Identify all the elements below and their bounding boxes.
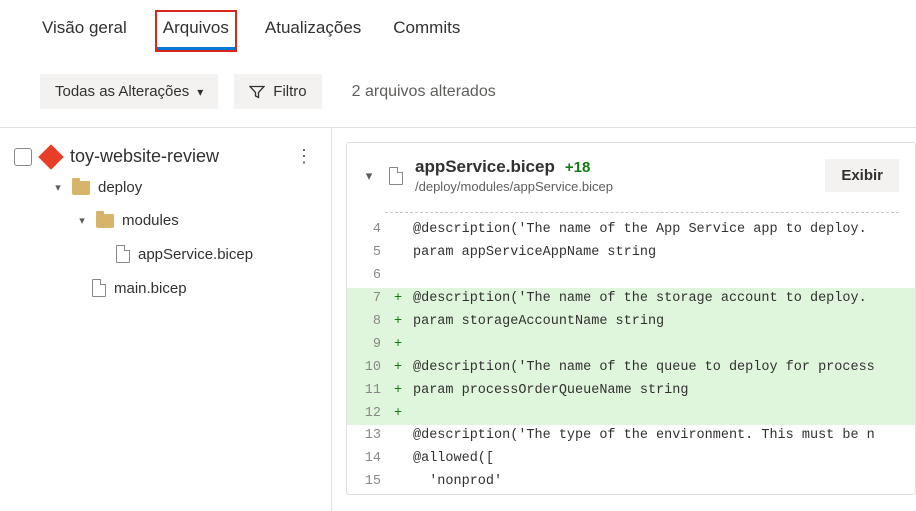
select-all-checkbox[interactable] xyxy=(14,148,32,166)
tree-folder-deploy[interactable]: ▾ deploy xyxy=(10,171,325,204)
line-number: 10 xyxy=(347,357,391,380)
tab-files[interactable]: Arquivos xyxy=(157,12,235,50)
diff-line[interactable]: 13 @description('The type of the environm… xyxy=(347,425,915,448)
file-icon xyxy=(389,167,403,185)
diff-lines: 4 @description('The name of the App Servi… xyxy=(347,219,915,494)
diff-line[interactable]: 12 xyxy=(347,403,915,426)
chevron-down-icon: ▾ xyxy=(76,214,88,227)
filter-button[interactable]: Filtro xyxy=(234,74,321,109)
tree-label: appService.bicep xyxy=(138,246,253,263)
repo-name[interactable]: toy-website-review xyxy=(70,146,219,167)
tree-label: deploy xyxy=(98,179,142,196)
changes-dropdown[interactable]: Todas as Alterações ▾ xyxy=(40,74,218,109)
diff-line[interactable]: 10 @description('The name of the queue to… xyxy=(347,357,915,380)
line-number: 12 xyxy=(347,403,391,426)
diff-line[interactable]: 11 param processOrderQueueName string xyxy=(347,380,915,403)
tab-commits[interactable]: Commits xyxy=(391,12,462,50)
toolbar: Todas as Alterações ▾ Filtro 2 arquivos … xyxy=(0,52,916,128)
diff-pane: ▾ appService.bicep +18 /deploy/modules/a… xyxy=(332,128,916,511)
filter-label: Filtro xyxy=(273,83,306,100)
code-text: param processOrderQueueName string xyxy=(405,380,915,403)
tab-updates[interactable]: Atualizações xyxy=(263,12,363,50)
filter-icon xyxy=(249,84,265,100)
code-text: param appServiceAppName string xyxy=(405,242,915,265)
file-icon xyxy=(116,245,130,263)
tree-label: modules xyxy=(122,212,179,229)
diff-gutter xyxy=(391,334,405,357)
line-number: 4 xyxy=(347,219,391,242)
line-number: 7 xyxy=(347,288,391,311)
diff-line[interactable]: 15 'nonprod' xyxy=(347,471,915,494)
tree-file-main[interactable]: main.bicep xyxy=(10,271,325,305)
line-number: 15 xyxy=(347,471,391,494)
diff-gutter xyxy=(391,311,405,334)
line-number: 11 xyxy=(347,380,391,403)
diff-line[interactable]: 7 @description('The name of the storage a… xyxy=(347,288,915,311)
changes-dropdown-label: Todas as Alterações xyxy=(55,83,189,100)
line-number: 14 xyxy=(347,448,391,471)
view-button[interactable]: Exibir xyxy=(825,159,899,192)
diff-filepath: /deploy/modules/appService.bicep xyxy=(415,179,613,194)
diff-line[interactable]: 4 @description('The name of the App Servi… xyxy=(347,219,915,242)
diff-separator xyxy=(385,212,899,213)
code-text: @description('The name of the queue to d… xyxy=(405,357,915,380)
file-tree-pane: toy-website-review ⋮ ▾ deploy ▾ modules … xyxy=(0,128,332,511)
diff-added-count: +18 xyxy=(565,159,590,176)
diff-line[interactable]: 5 param appServiceAppName string xyxy=(347,242,915,265)
code-text: @description('The name of the storage ac… xyxy=(405,288,915,311)
diff-gutter xyxy=(391,288,405,311)
more-actions-icon[interactable]: ⋮ xyxy=(289,146,321,167)
code-text: @allowed([ xyxy=(405,448,915,471)
code-text: param storageAccountName string xyxy=(405,311,915,334)
line-number: 9 xyxy=(347,334,391,357)
diff-gutter xyxy=(391,403,405,426)
tree-folder-modules[interactable]: ▾ modules xyxy=(10,204,325,237)
chevron-down-icon: ▾ xyxy=(52,181,64,194)
code-text: @description('The name of the App Servic… xyxy=(405,219,915,242)
tree-label: main.bicep xyxy=(114,280,187,297)
diff-gutter xyxy=(391,380,405,403)
folder-icon xyxy=(96,214,114,228)
repo-icon xyxy=(38,144,63,169)
diff-line[interactable]: 9 xyxy=(347,334,915,357)
code-text: @description('The type of the environmen… xyxy=(405,425,915,448)
tree-root-row: toy-website-review ⋮ xyxy=(10,142,325,171)
diff-gutter xyxy=(391,357,405,380)
line-number: 13 xyxy=(347,425,391,448)
tab-overview[interactable]: Visão geral xyxy=(40,12,129,50)
line-number: 5 xyxy=(347,242,391,265)
diff-header: ▾ appService.bicep +18 /deploy/modules/a… xyxy=(347,143,915,208)
tabs-bar: Visão geral Arquivos Atualizações Commit… xyxy=(0,0,916,52)
line-number: 8 xyxy=(347,311,391,334)
code-text: 'nonprod' xyxy=(405,471,915,494)
diff-line[interactable]: 14 @allowed([ xyxy=(347,448,915,471)
diff-filename: appService.bicep xyxy=(415,157,555,177)
diff-line[interactable]: 8 param storageAccountName string xyxy=(347,311,915,334)
changes-summary: 2 arquivos alterados xyxy=(352,83,496,101)
diff-line[interactable]: 6 xyxy=(347,265,915,288)
diff-card: ▾ appService.bicep +18 /deploy/modules/a… xyxy=(346,142,916,495)
file-icon xyxy=(92,279,106,297)
collapse-toggle[interactable]: ▾ xyxy=(361,168,377,184)
line-number: 6 xyxy=(347,265,391,288)
tree-file-appservice[interactable]: appService.bicep xyxy=(10,237,325,271)
content-split: toy-website-review ⋮ ▾ deploy ▾ modules … xyxy=(0,128,916,511)
chevron-down-icon: ▾ xyxy=(197,85,203,99)
folder-icon xyxy=(72,181,90,195)
